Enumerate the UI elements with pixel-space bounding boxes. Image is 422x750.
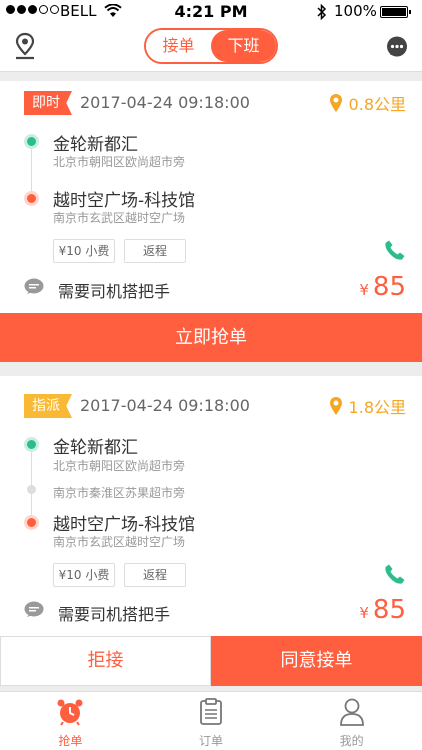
- order-price: ¥ 85: [359, 595, 406, 625]
- tab-label: 抢单: [58, 734, 83, 748]
- nav-bar: 接单 下班: [0, 24, 422, 72]
- location-pin-icon[interactable]: [14, 32, 36, 62]
- tip-chip: ¥10 小费: [53, 239, 115, 263]
- accept-button[interactable]: 同意接单: [211, 636, 422, 686]
- pickup-address: 北京市朝阳区欧尚超市旁: [53, 155, 186, 169]
- clipboard-icon: [200, 698, 222, 725]
- comment-icon: [24, 601, 44, 617]
- currency-symbol: ¥: [359, 281, 369, 299]
- dropoff-name: 越时空广场-科技馆: [53, 515, 196, 535]
- tab-grab[interactable]: 抢单: [0, 692, 141, 750]
- tab-orders[interactable]: 订单: [141, 692, 282, 750]
- dropoff-address: 南京市玄武区越时空广场: [53, 535, 186, 549]
- pickup-name: 金轮新都汇: [53, 438, 138, 458]
- pickup-address: 北京市朝阳区欧尚超市旁: [53, 459, 186, 473]
- via-address: 南京市秦淮区苏果超市旁: [53, 486, 186, 500]
- map-pin-icon: [329, 94, 342, 112]
- order-note: 需要司机搭把手: [58, 282, 171, 301]
- order-price: ¥ 85: [359, 272, 406, 302]
- end-point-icon: [24, 191, 39, 206]
- return-chip: 返程: [124, 563, 186, 587]
- tab-off-duty[interactable]: 下班: [211, 30, 276, 62]
- user-icon: [339, 698, 364, 726]
- comment-icon: [24, 278, 44, 294]
- order-card: 指派 2017-04-24 09:18:00 1.8公里 金轮新都汇 北京市朝阳…: [0, 376, 422, 636]
- price-value: 85: [372, 595, 406, 625]
- message-icon[interactable]: [386, 36, 408, 58]
- price-value: 85: [372, 272, 406, 302]
- reject-button[interactable]: 拒接: [0, 636, 211, 686]
- tab-label: 我的: [339, 734, 364, 748]
- work-mode-toggle[interactable]: 接单 下班: [144, 28, 278, 64]
- tab-label: 订单: [199, 734, 224, 748]
- dropoff-name: 越时空广场-科技馆: [53, 191, 196, 211]
- distance-value: 1.8公里: [348, 398, 406, 417]
- phone-icon[interactable]: [384, 563, 406, 585]
- pickup-name: 金轮新都汇: [53, 135, 138, 155]
- grab-order-button[interactable]: 立即抢单: [0, 313, 422, 362]
- end-point-icon: [24, 515, 39, 530]
- start-point-icon: [24, 134, 39, 149]
- start-point-icon: [24, 437, 39, 452]
- tip-chip: ¥10 小费: [53, 563, 115, 587]
- via-point-icon: [27, 485, 36, 494]
- battery-icon: [380, 6, 411, 18]
- tab-profile[interactable]: 我的: [281, 692, 422, 750]
- assignment-actions: 拒接 同意接单: [0, 636, 422, 686]
- order-type-badge: 即时: [24, 91, 72, 115]
- order-note: 需要司机搭把手: [58, 605, 171, 624]
- alarm-clock-icon: [57, 699, 83, 726]
- tab-accept-orders[interactable]: 接单: [146, 30, 211, 62]
- return-chip: 返程: [124, 239, 186, 263]
- distance: 0.8公里: [329, 91, 406, 115]
- map-pin-icon: [329, 397, 342, 415]
- battery-percent: 100%: [334, 2, 377, 20]
- bluetooth-icon: [317, 3, 327, 21]
- distance: 1.8公里: [329, 394, 406, 418]
- order-date: 2017-04-24 09:18:00: [80, 396, 250, 415]
- order-card: 即时 2017-04-24 09:18:00 0.8公里 金轮新都汇 北京市朝阳…: [0, 81, 422, 313]
- distance-value: 0.8公里: [348, 95, 406, 114]
- status-bar: BELL 4:21 PM 100%: [0, 0, 422, 24]
- currency-symbol: ¥: [359, 604, 369, 622]
- order-date: 2017-04-24 09:18:00: [80, 93, 250, 112]
- order-type-badge: 指派: [24, 394, 72, 418]
- dropoff-address: 南京市玄武区越时空广场: [53, 211, 186, 225]
- tab-bar: 抢单 订单 我的: [0, 691, 422, 750]
- phone-icon[interactable]: [384, 239, 406, 261]
